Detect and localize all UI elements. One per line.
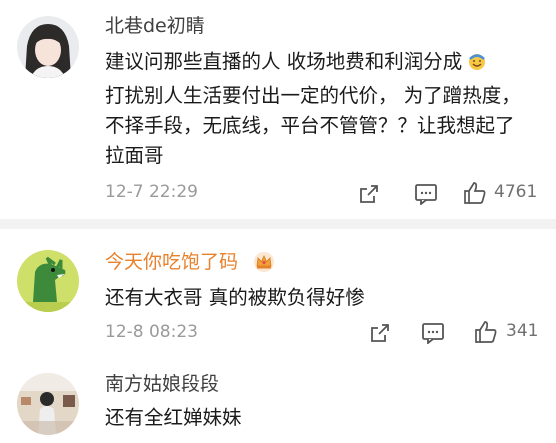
- avatar[interactable]: [17, 16, 79, 78]
- avatar[interactable]: [17, 373, 79, 435]
- comment-item: 南方姑娘段段 还有全红婵妹妹: [0, 360, 556, 443]
- share-icon[interactable]: [369, 322, 391, 344]
- comment-separator: [0, 219, 556, 229]
- comment-item: 今天你吃饱了码 还有大衣哥 真的被欺负得好惨 12-8 08:23 341: [0, 229, 556, 360]
- like-count: 341: [506, 321, 539, 341]
- username[interactable]: 今天你吃饱了码: [105, 250, 238, 274]
- comment-text-line: 建议问那些直播的人 收场地费和利润分成: [105, 50, 463, 73]
- like-count: 4761: [494, 182, 538, 202]
- share-icon[interactable]: [358, 183, 380, 205]
- username[interactable]: 南方姑娘段段: [105, 372, 219, 396]
- sweat-smile-emoji: [466, 50, 488, 81]
- comment-text: 建议问那些直播的人 收场地费和利润分成 打扰别人生活要付出一定的代价， 为了蹭热…: [105, 47, 530, 171]
- timestamp: 12-7 22:29: [105, 182, 198, 202]
- avatar[interactable]: [17, 250, 79, 312]
- comment-icon[interactable]: [421, 322, 445, 344]
- comment-icon[interactable]: [414, 183, 438, 205]
- username[interactable]: 北巷de初睛: [105, 14, 205, 38]
- comment-text-cont: 打扰别人生活要付出一定的代价， 为了蹭热度，不择手段，无底线，平台不管管？？让我…: [105, 84, 521, 167]
- comment-text: 还有全红婵妹妹: [105, 406, 242, 429]
- like-icon[interactable]: [473, 319, 499, 345]
- like-icon[interactable]: [462, 180, 488, 206]
- crown-icon: [254, 252, 274, 272]
- timestamp: 12-8 08:23: [105, 322, 198, 342]
- comment-text: 还有大衣哥 真的被欺负得好惨: [105, 286, 365, 309]
- comment-item: 北巷de初睛 建议问那些直播的人 收场地费和利润分成 打扰别人生活要付出一定的代…: [0, 0, 556, 219]
